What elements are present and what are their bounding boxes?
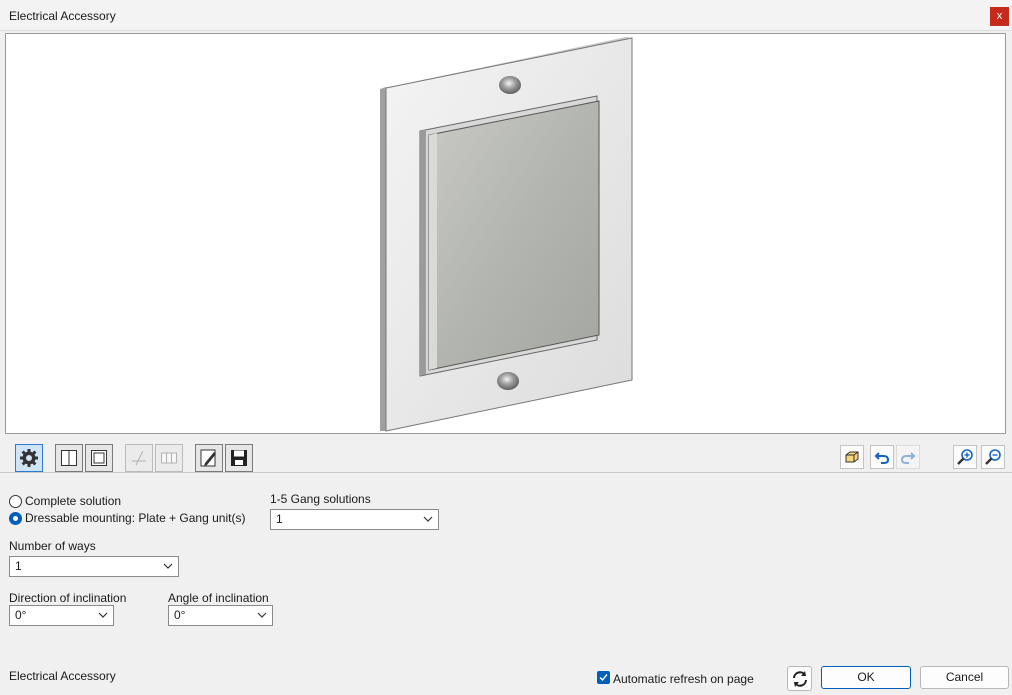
frame-panel-button[interactable]: [85, 444, 113, 472]
close-button[interactable]: x: [990, 7, 1009, 26]
chevron-down-icon: [423, 516, 433, 522]
switch-plate-render: [380, 37, 633, 432]
number-of-ways-value: 1: [15, 559, 22, 573]
refresh-button[interactable]: [787, 666, 812, 691]
zoom-in-icon: [957, 449, 973, 465]
preview-toolbar: [0, 439, 1012, 473]
pick-point-icon: [132, 450, 146, 466]
gang-solutions-select[interactable]: 1: [270, 509, 439, 530]
single-panel-button[interactable]: [55, 444, 83, 472]
title-bar: Electrical Accessory x: [0, 0, 1012, 31]
chevron-down-icon: [163, 563, 173, 569]
undo-button[interactable]: [870, 445, 894, 469]
ok-button[interactable]: OK: [821, 666, 911, 689]
save-disk-icon: [231, 450, 247, 466]
window-title: Electrical Accessory: [9, 9, 116, 23]
undo-icon: [874, 452, 890, 464]
edit-document-button[interactable]: [195, 444, 223, 472]
close-icon: x: [996, 10, 1003, 22]
cancel-button[interactable]: Cancel: [920, 666, 1009, 689]
chevron-down-icon: [98, 612, 108, 618]
3d-box-icon: [845, 451, 859, 463]
gang-solutions-value: 1: [276, 512, 283, 526]
preview-viewport[interactable]: [5, 33, 1006, 434]
complete-solution-radio[interactable]: Complete solution: [9, 493, 121, 509]
3d-view-button[interactable]: [840, 445, 864, 469]
redo-icon: [900, 452, 916, 464]
save-button[interactable]: [225, 444, 253, 472]
single-panel-icon: [61, 450, 77, 466]
redo-button[interactable]: [896, 445, 920, 469]
grid-layout-button[interactable]: [155, 444, 183, 472]
gang-solutions-label: 1-5 Gang solutions: [270, 492, 371, 506]
dressable-mounting-radio[interactable]: Dressable mounting: Plate + Gang unit(s): [9, 510, 245, 526]
status-text: Electrical Accessory: [9, 669, 116, 683]
number-of-ways-select[interactable]: 1: [9, 556, 179, 577]
frame-panel-icon: [91, 450, 107, 466]
angle-of-inclination-label: Angle of inclination: [168, 591, 269, 605]
chevron-down-icon: [257, 612, 267, 618]
auto-refresh-checkbox[interactable]: [597, 671, 610, 684]
number-of-ways-label: Number of ways: [9, 539, 96, 553]
auto-refresh-label: Automatic refresh on page: [613, 672, 754, 686]
radio-checked-icon: [9, 511, 22, 525]
radio-unchecked-icon: [9, 494, 22, 508]
angle-of-inclination-value: 0°: [174, 608, 186, 622]
direction-of-inclination-select[interactable]: 0°: [9, 605, 114, 626]
zoom-out-icon: [985, 449, 1001, 465]
edit-document-icon: [200, 449, 216, 467]
settings-gear-icon: [20, 449, 38, 467]
settings-button[interactable]: [15, 444, 43, 472]
checkmark-icon: [599, 674, 608, 682]
zoom-out-button[interactable]: [981, 445, 1005, 469]
angle-of-inclination-select[interactable]: 0°: [168, 605, 273, 626]
pick-point-button[interactable]: [125, 444, 153, 472]
dressable-mounting-label: Dressable mounting: Plate + Gang unit(s): [25, 511, 246, 525]
complete-solution-label: Complete solution: [25, 494, 122, 508]
direction-of-inclination-label: Direction of inclination: [9, 591, 127, 605]
zoom-in-button[interactable]: [953, 445, 977, 469]
direction-of-inclination-value: 0°: [15, 608, 27, 622]
refresh-icon: [792, 670, 807, 687]
grid-layout-icon: [161, 452, 177, 464]
